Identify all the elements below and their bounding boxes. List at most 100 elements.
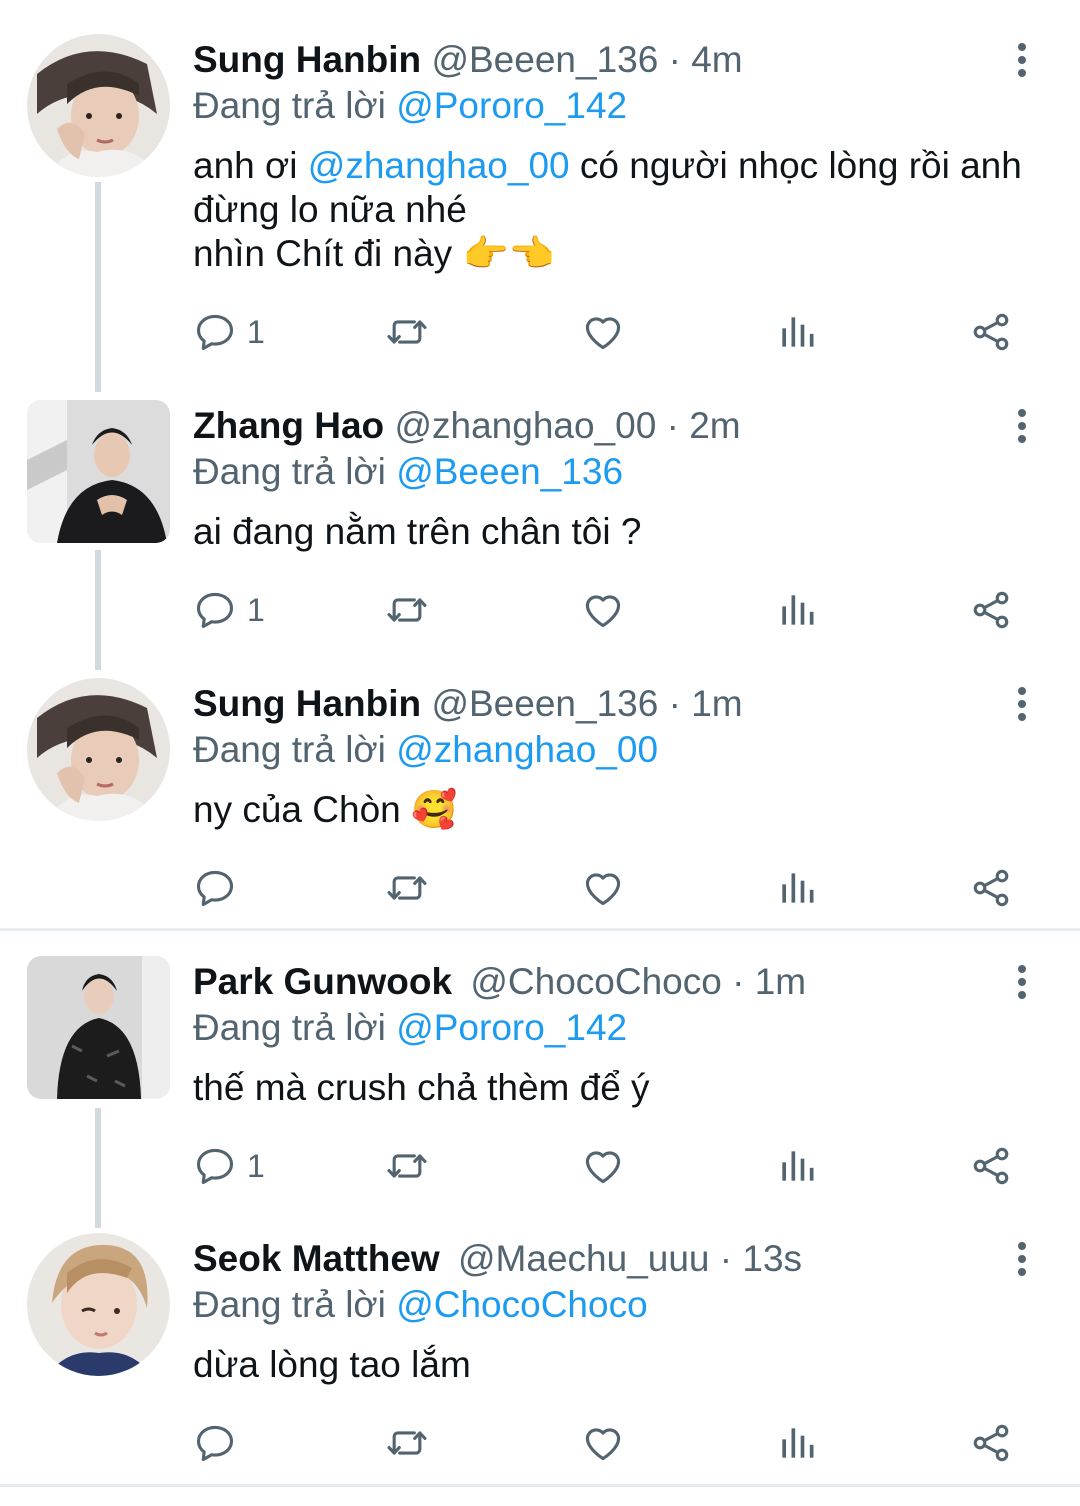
replying-to: Đang trả lời @Beeen_136 [193,446,623,498]
reply-icon [193,866,237,910]
tweet-actions: 1 [193,308,1023,356]
separator: · [666,405,679,446]
share-icon [969,310,1013,354]
views-button[interactable] [775,308,819,356]
analytics-icon [775,310,819,354]
reply-button[interactable] [193,864,247,912]
display-name[interactable]: Sung Hanbin [193,39,421,80]
user-avatar[interactable] [27,400,170,543]
timestamp[interactable]: 13s [742,1238,802,1279]
replying-to: Đang trả lời @Pororo_142 [193,1002,627,1054]
views-button[interactable] [775,864,819,912]
share-icon [969,1144,1013,1188]
reply-button[interactable]: 1 [193,586,265,634]
more-options-button[interactable] [1008,404,1036,448]
share-button[interactable] [969,308,1013,356]
like-button[interactable] [581,1419,625,1467]
tweet-text-line: ny của Chòn [193,789,401,830]
more-vertical-icon [1008,404,1036,448]
replying-to: Đang trả lời @ChocoChoco [193,1279,648,1331]
views-button[interactable] [775,586,819,634]
user-avatar-gunwook-icon [27,956,170,1099]
more-options-button[interactable] [1008,1237,1036,1281]
more-vertical-icon [1008,682,1036,726]
replying-to-mention[interactable]: @Beeen_136 [396,451,623,492]
like-button[interactable] [581,1142,625,1190]
tweet-header: Zhang Hao @zhanghao_00 · 2m [193,400,741,452]
replying-to: Đang trả lời @Pororo_142 [193,80,627,132]
retweet-icon [385,1144,429,1188]
text-mention[interactable]: @zhanghao_00 [308,145,570,186]
retweet-button[interactable] [385,308,429,356]
analytics-icon [775,866,819,910]
display-name[interactable]: Park Gunwook [193,961,452,1002]
user-handle[interactable]: @ChocoChoco [470,961,721,1002]
tweet-text-line: đừng lo nữa nhé [193,189,467,230]
views-button[interactable] [775,1142,819,1190]
display-name[interactable]: Seok Matthew [193,1238,440,1279]
share-button[interactable] [969,586,1013,634]
display-name[interactable]: Sung Hanbin [193,683,421,724]
more-options-button[interactable] [1008,960,1036,1004]
user-avatar-matthew-icon [27,1233,170,1376]
reply-icon [193,588,237,632]
reply-button[interactable] [193,1419,247,1467]
like-button[interactable] [581,586,625,634]
reply-icon [193,1144,237,1188]
like-button[interactable] [581,864,625,912]
replying-to-mention[interactable]: @Pororo_142 [396,85,627,126]
retweet-button[interactable] [385,1142,429,1190]
user-handle[interactable]: @Beeen_136 [431,39,658,80]
user-avatar[interactable] [27,678,170,821]
timestamp[interactable]: 1m [691,683,742,724]
more-options-button[interactable] [1008,38,1036,82]
timestamp[interactable]: 4m [691,39,742,80]
share-button[interactable] [969,1419,1013,1467]
analytics-icon [775,1421,819,1465]
more-vertical-icon [1008,38,1036,82]
replying-to-mention[interactable]: @ChocoChoco [396,1284,647,1325]
replying-to: Đang trả lời @zhanghao_00 [193,724,658,776]
timestamp[interactable]: 2m [689,405,740,446]
replying-to-label: Đang trả lời [193,729,386,770]
display-name[interactable]: Zhang Hao [193,405,384,446]
share-button[interactable] [969,864,1013,912]
reply-count: 1 [247,1147,265,1184]
reply-icon [193,310,237,354]
user-avatar[interactable] [27,956,170,1099]
tweet-header: Sung Hanbin @Beeen_136 · 1m [193,678,743,730]
replying-to-mention[interactable]: @Pororo_142 [396,1007,627,1048]
retweet-icon [385,588,429,632]
user-handle[interactable]: @Maechu_uuu [458,1238,710,1279]
share-button[interactable] [969,1142,1013,1190]
more-vertical-icon [1008,960,1036,1004]
conversation-divider [0,928,1080,931]
more-options-button[interactable] [1008,682,1036,726]
retweet-button[interactable] [385,586,429,634]
tweet-actions: 1 [193,586,1023,634]
tweet-actions: 1 [193,1142,1023,1190]
replying-to-mention[interactable]: @zhanghao_00 [396,729,658,770]
analytics-icon [775,588,819,632]
heart-icon [581,1421,625,1465]
replying-to-label: Đang trả lời [193,1007,386,1048]
tweet-text: ai đang nằm trên chân tôi ? [193,511,642,552]
retweet-button[interactable] [385,864,429,912]
user-handle[interactable]: @Beeen_136 [431,683,658,724]
emoji: 🥰 [411,789,458,830]
separator: · [719,1238,733,1279]
user-avatar[interactable] [27,1233,170,1376]
user-handle[interactable]: @zhanghao_00 [394,405,656,446]
retweet-icon [385,1421,429,1465]
timestamp[interactable]: 1m [755,961,806,1002]
retweet-button[interactable] [385,1419,429,1467]
share-icon [969,866,1013,910]
reply-button[interactable]: 1 [193,1142,265,1190]
views-button[interactable] [775,1419,819,1467]
replying-to-label: Đang trả lời [193,451,386,492]
user-avatar[interactable] [27,34,170,177]
reply-icon [193,1421,237,1465]
replying-to-label: Đang trả lời [193,85,386,126]
reply-button[interactable]: 1 [193,308,265,356]
like-button[interactable] [581,308,625,356]
